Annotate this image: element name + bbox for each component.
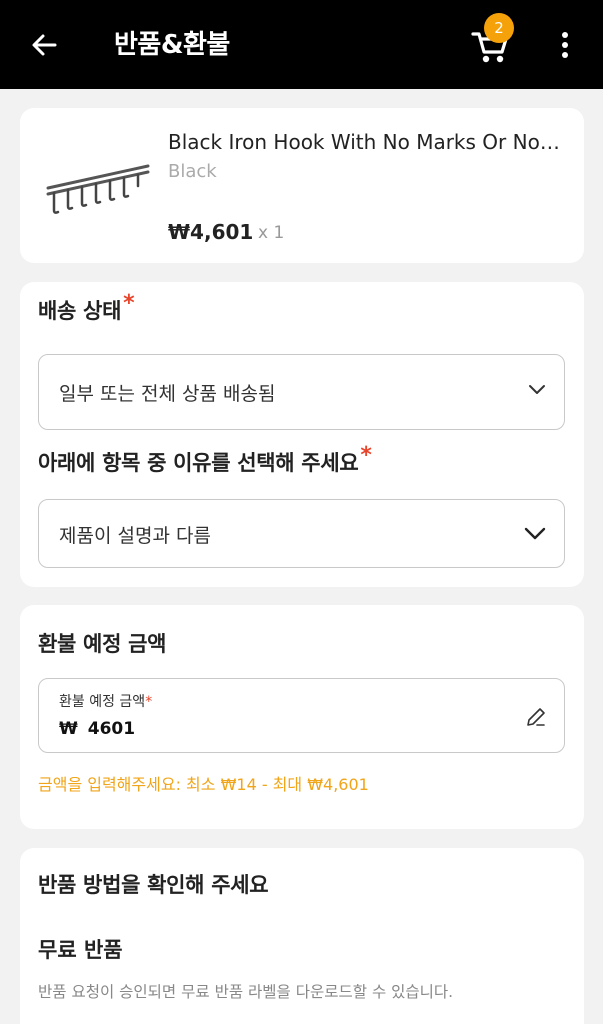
shipping-status-heading: 배송 상태* [38,291,135,323]
reason-value: 제품이 설명과 다름 [59,525,211,547]
product-quantity: x 1 [258,223,285,243]
return-method-heading: 반품 방법을 확인해 주세요 [38,873,269,897]
return-method-card: 반품 방법을 확인해 주세요 무료 반품 반품 요청이 승인되면 무료 반품 라… [20,848,584,1024]
product-name: Black Iron Hook With No Marks Or No Hole… [168,130,564,154]
shipping-status-value: 일부 또는 전체 상품 배송됨 [59,383,276,405]
chevron-down-icon [529,385,545,394]
product-variant: Black [168,161,217,182]
refund-amount-value: ₩4601 [59,719,136,739]
back-button[interactable] [26,27,62,63]
free-return-description: 반품 요청이 승인되면 무료 반품 라벨을 다운로드할 수 있습니다. [38,983,454,1001]
refund-amount-hint: 금액을 입력해주세요: 최소 ₩14 - 최대 ₩4,601 [38,775,369,794]
page-title: 반품&환불 [114,30,230,60]
refund-amount-card: 환불 예정 금액 환불 예정 금액* ₩4601 금액을 입력해주세요: 최소 … [20,605,584,829]
shipping-status-select[interactable]: 일부 또는 전체 상품 배송됨 [38,354,565,430]
pencil-icon[interactable] [524,705,548,729]
return-details-card: 배송 상태* 일부 또는 전체 상품 배송됨 아래에 항목 중 이유를 선택해 … [20,282,584,587]
refund-amount-input[interactable]: 환불 예정 금액* ₩4601 [38,678,565,753]
reason-heading: 아래에 항목 중 이유를 선택해 주세요* [38,443,372,475]
product-card: Black Iron Hook With No Marks Or No Hole… [20,108,584,263]
product-image [46,164,150,214]
more-vertical-icon [562,32,568,38]
required-mark: * [360,443,372,468]
more-options-button[interactable] [552,27,578,63]
refund-amount-field-label: 환불 예정 금액* [59,694,153,710]
top-app-bar: 반품&환불 2 [0,0,603,89]
refund-amount-heading: 환불 예정 금액 [38,632,167,656]
free-return-title: 무료 반품 [38,938,123,962]
product-price: ₩4,601 [168,220,254,244]
required-mark: * [123,291,135,316]
chevron-down-icon [524,527,546,540]
arrow-left-icon [32,34,57,56]
cart-count-badge: 2 [484,13,514,43]
reason-select[interactable]: 제품이 설명과 다름 [38,499,565,568]
